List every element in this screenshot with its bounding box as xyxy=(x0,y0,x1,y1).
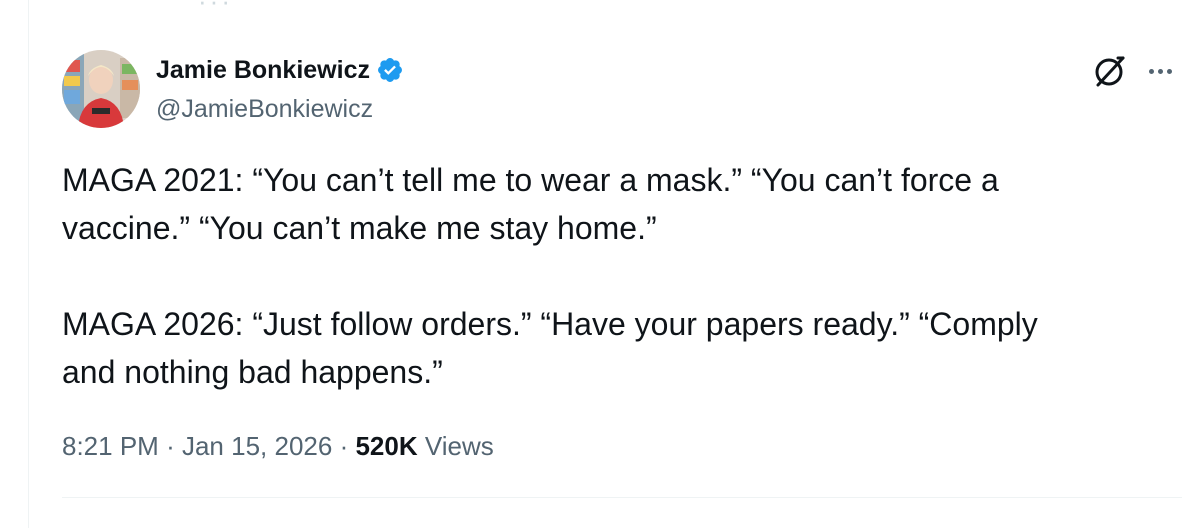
more-dot xyxy=(1157,68,1163,74)
more-options-icon[interactable] xyxy=(1143,56,1177,86)
tweet-line: MAGA 2026: “Just follow orders.” “Have y… xyxy=(62,306,1038,342)
more-dot xyxy=(1166,68,1172,74)
previous-tweet-dots: ··· xyxy=(198,0,233,16)
tweet-line: vaccine.” “You can’t make me stay home.” xyxy=(62,210,657,246)
avatar[interactable] xyxy=(62,50,140,128)
tweet-meta: 8:21 PM · Jan 15, 2026 · 520K Views xyxy=(62,426,494,466)
meta-separator: · xyxy=(166,431,175,461)
tweet-time[interactable]: 8:21 PM xyxy=(62,431,159,461)
divider xyxy=(62,497,1182,498)
author-display-name[interactable]: Jamie Bonkiewicz xyxy=(156,54,370,86)
more-dot xyxy=(1148,68,1154,74)
tweet-line: MAGA 2021: “You can’t tell me to wear a … xyxy=(62,162,999,198)
verified-badge-icon[interactable] xyxy=(376,56,404,84)
tweet-text: MAGA 2021: “You can’t tell me to wear a … xyxy=(62,156,1162,396)
avatar-image xyxy=(62,50,140,128)
author-name-row[interactable]: Jamie Bonkiewicz xyxy=(156,54,404,86)
grok-icon[interactable] xyxy=(1090,52,1128,90)
tweet-line: and nothing bad happens.” xyxy=(62,354,443,390)
column-border xyxy=(28,0,29,528)
views-label: Views xyxy=(424,431,494,461)
tweet-date[interactable]: Jan 15, 2026 xyxy=(182,431,332,461)
meta-separator: · xyxy=(339,431,349,461)
views-count: 520K xyxy=(355,431,418,461)
author-handle[interactable]: @JamieBonkiewicz xyxy=(156,93,373,125)
tweet-page: ··· Jamie Bonkiewicz @JamieBonkiewicz MA… xyxy=(0,0,1200,528)
